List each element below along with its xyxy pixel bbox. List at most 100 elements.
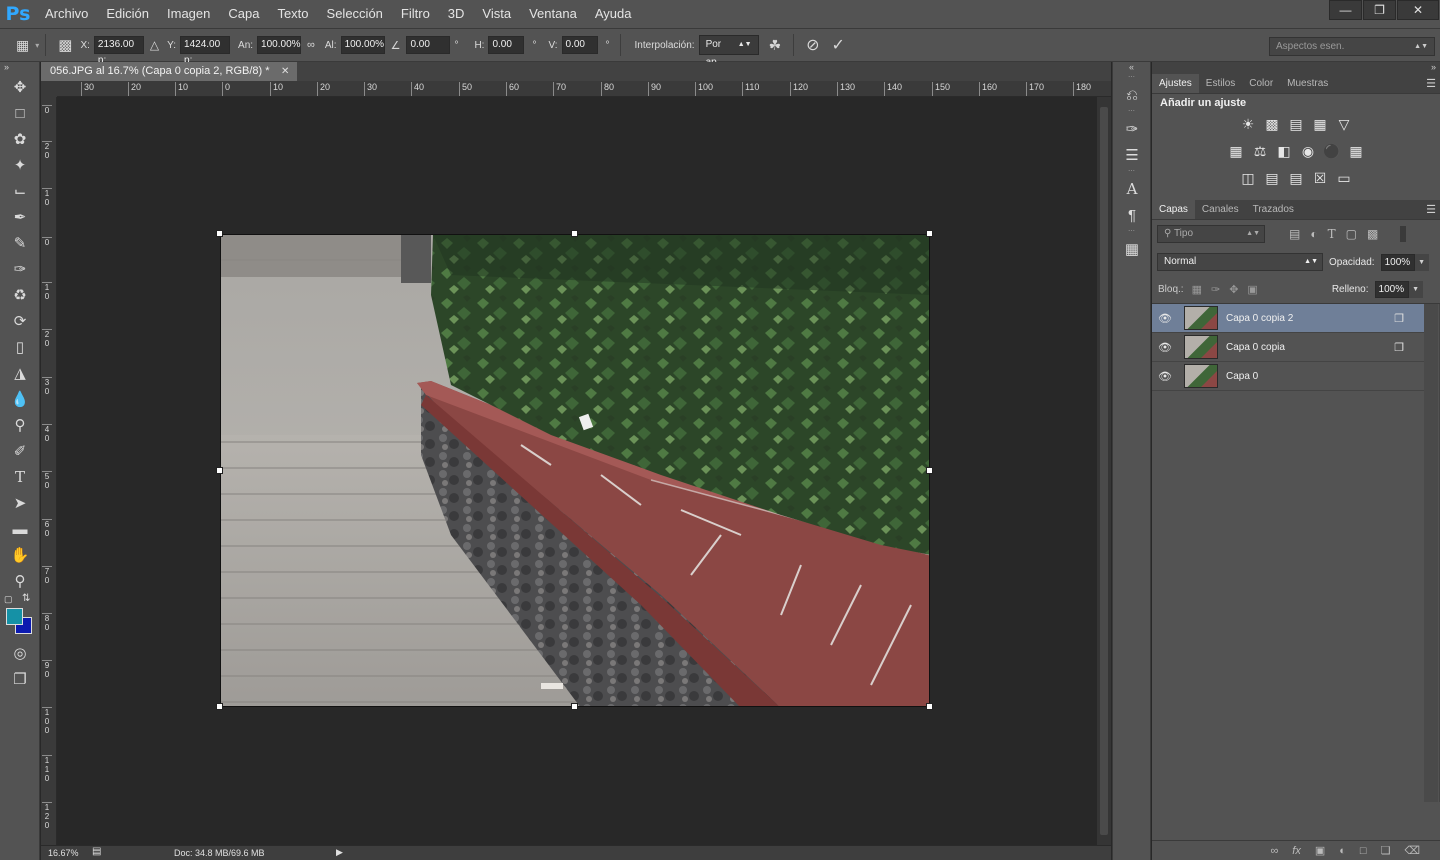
tool-preset-chevron-icon[interactable]: ▾	[35, 41, 39, 50]
workspace-select[interactable]: Aspectos esen. ▲▼	[1269, 37, 1435, 56]
tab-trazados[interactable]: Trazados	[1246, 200, 1301, 219]
color-lookup-icon[interactable]: ▦	[1344, 143, 1368, 160]
commit-transform-icon[interactable]: ✓	[832, 35, 845, 55]
layer-row[interactable]: 👁 Capa 0 copia ❐	[1152, 333, 1424, 362]
layer-filter-select[interactable]: ⚲ Tipo ▲▼	[1157, 225, 1265, 243]
vertical-scrollbar[interactable]	[1097, 97, 1111, 845]
menu-archivo[interactable]: Archivo	[36, 0, 97, 28]
opacity-field[interactable]: 100%	[1380, 253, 1415, 271]
brush-presets-icon[interactable]: ✑	[1113, 116, 1151, 142]
path-selection-tool-icon[interactable]: ➤	[0, 490, 40, 516]
menu-vista[interactable]: Vista	[473, 0, 520, 28]
zoom-level[interactable]: 16.67%	[48, 848, 79, 858]
menu-filtro[interactable]: Filtro	[392, 0, 439, 28]
history-brush-tool-icon[interactable]: ⟳	[0, 308, 40, 334]
photo-filter-icon[interactable]: ◉	[1296, 143, 1320, 160]
menu-imagen[interactable]: Imagen	[158, 0, 219, 28]
layer-name[interactable]: Capa 0 copia 2	[1226, 313, 1293, 324]
paragraph-panel-icon[interactable]: ¶	[1113, 202, 1151, 228]
x-field[interactable]: 2136.00 p:	[93, 36, 144, 66]
interpolation-select[interactable]: Por ap...▲▼	[698, 35, 759, 68]
strip-collapse-icon[interactable]: «	[1113, 62, 1150, 74]
layer-style-icon[interactable]: fx	[1292, 845, 1301, 857]
filter-shape-icon[interactable]: ▢	[1346, 227, 1357, 241]
fill-dropdown-icon[interactable]: ▼	[1408, 281, 1423, 298]
width-field[interactable]: 100.00%	[257, 36, 302, 54]
zoom-tool-icon[interactable]: ⚲	[0, 568, 40, 594]
visibility-eye-icon[interactable]: 👁	[1152, 341, 1178, 354]
vskew-field[interactable]: 0.00	[561, 36, 598, 54]
tab-color[interactable]: Color	[1242, 74, 1280, 93]
menu-edicion[interactable]: Edición	[97, 0, 158, 28]
transform-handle-right[interactable]	[926, 467, 933, 474]
canvas-image[interactable]	[220, 234, 930, 707]
link-layers-icon[interactable]: ∞	[1270, 845, 1278, 857]
healing-brush-tool-icon[interactable]: ✎	[0, 230, 40, 256]
height-field[interactable]: 100.00%	[340, 36, 385, 54]
quick-mask-icon[interactable]: ◎	[0, 640, 40, 666]
ruler-origin[interactable]	[41, 81, 57, 97]
menu-ayuda[interactable]: Ayuda	[586, 0, 641, 28]
pen-tool-icon[interactable]: ✐	[0, 438, 40, 464]
vibrance-icon[interactable]: ▽	[1332, 116, 1356, 133]
transform-handle-bottom[interactable]	[571, 703, 578, 710]
status-menu-arrow-icon[interactable]: ▶	[336, 847, 343, 858]
gradient-map-icon[interactable]: ▭	[1332, 170, 1356, 187]
swap-colors-icon[interactable]: ⇅	[22, 593, 30, 604]
proof-icon[interactable]: ▤	[92, 846, 101, 857]
eyedropper-tool-icon[interactable]: ✒	[0, 204, 40, 230]
restore-icon[interactable]: ❐	[1363, 0, 1396, 20]
warp-mode-icon[interactable]: ☘	[769, 37, 782, 54]
close-icon[interactable]: ✕	[1397, 0, 1439, 20]
lock-pixels-icon[interactable]: ✑	[1211, 283, 1220, 296]
panel-collapse-icon[interactable]: »	[0, 62, 39, 74]
hand-tool-icon[interactable]: ✋	[0, 542, 40, 568]
layer-row[interactable]: 👁 Capa 0 copia 2 ❐	[1152, 304, 1424, 333]
paint-bucket-tool-icon[interactable]: ◮	[0, 360, 40, 386]
vertical-ruler[interactable]: 0 2 0 1 0 0 1 0 2 0 3 0 4 0 5 0 6 0 7 0 …	[41, 97, 57, 845]
menu-capa[interactable]: Capa	[219, 0, 268, 28]
transform-handle-left[interactable]	[216, 467, 223, 474]
levels-icon[interactable]: ▩	[1260, 116, 1284, 133]
menu-seleccion[interactable]: Selección	[318, 0, 392, 28]
transform-tool-icon[interactable]: ▦	[16, 37, 29, 54]
panel-menu-icon[interactable]: ☰	[1426, 77, 1436, 90]
selective-color-icon[interactable]: ☒	[1308, 170, 1332, 187]
rectangle-tool-icon[interactable]: ▬	[0, 516, 40, 542]
reference-point-icon[interactable]: ▩	[58, 36, 72, 54]
brush-tool-icon[interactable]: ✑	[0, 256, 40, 282]
hue-saturation-icon[interactable]: ▦	[1224, 143, 1248, 160]
layers-menu-icon[interactable]: ☰	[1426, 203, 1436, 216]
new-group-icon[interactable]: □	[1360, 845, 1367, 857]
transform-handle-top-right[interactable]	[926, 230, 933, 237]
transform-handle-bottom-left[interactable]	[216, 703, 223, 710]
tab-muestras[interactable]: Muestras	[1280, 74, 1335, 93]
filter-pixel-icon[interactable]: ▤	[1289, 227, 1300, 241]
transform-handle-top-left[interactable]	[216, 230, 223, 237]
default-colors-icon[interactable]: ▢	[4, 594, 13, 605]
tab-ajustes[interactable]: Ajustes	[1152, 74, 1199, 93]
tab-estilos[interactable]: Estilos	[1199, 74, 1242, 93]
color-balance-icon[interactable]: ⚖	[1248, 143, 1272, 160]
type-tool-icon[interactable]: T	[0, 464, 40, 490]
menu-ventana[interactable]: Ventana	[520, 0, 586, 28]
filter-smart-object-icon[interactable]: ▩	[1367, 227, 1378, 241]
magic-wand-tool-icon[interactable]: ✦	[0, 152, 40, 178]
new-layer-icon[interactable]: ❏	[1381, 844, 1391, 857]
lasso-tool-icon[interactable]: ✿	[0, 126, 40, 152]
channel-mixer-icon[interactable]: ⚫	[1320, 143, 1344, 160]
scrollbar-thumb[interactable]	[1100, 107, 1108, 835]
invert-icon[interactable]: ◫	[1236, 170, 1260, 187]
lock-transparent-icon[interactable]: ▦	[1192, 283, 1202, 296]
minimize-icon[interactable]: —	[1329, 0, 1362, 20]
curves-icon[interactable]: ▤	[1284, 116, 1308, 133]
filter-adjustment-icon[interactable]: ◐	[1310, 227, 1317, 241]
exposure-icon[interactable]: ▦	[1308, 116, 1332, 133]
black-white-icon[interactable]: ◧	[1272, 143, 1296, 160]
close-tab-icon[interactable]: ✕	[281, 62, 289, 81]
panels-collapse-icon[interactable]: »	[1152, 62, 1440, 74]
layers-scrollbar[interactable]	[1424, 304, 1438, 802]
screen-mode-icon[interactable]: ❐	[0, 666, 40, 692]
filter-type-icon[interactable]: T	[1328, 227, 1336, 241]
posterize-icon[interactable]: ▤	[1260, 170, 1284, 187]
